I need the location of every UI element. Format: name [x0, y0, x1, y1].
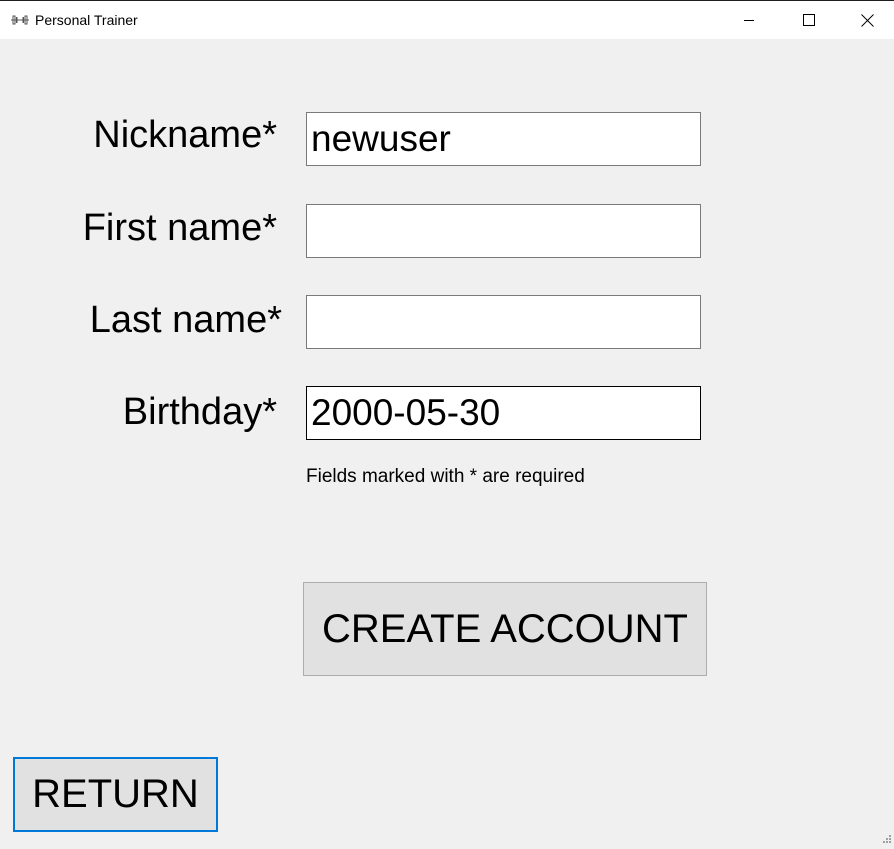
nickname-input[interactable] — [306, 112, 701, 166]
required-fields-hint: Fields marked with * are required — [306, 466, 585, 487]
resize-grip-icon[interactable] — [882, 831, 892, 843]
minimize-button[interactable] — [720, 1, 778, 39]
app-window: Personal Trainer Nickname* First name* L… — [0, 0, 894, 843]
birthday-label: Birthday* — [122, 391, 277, 433]
close-icon — [860, 13, 874, 27]
last-name-label: Last name* — [89, 299, 282, 341]
nickname-label: Nickname* — [93, 114, 277, 156]
dumbbell-icon — [10, 13, 30, 25]
window-title: Personal Trainer — [35, 12, 138, 28]
birthday-input[interactable] — [306, 386, 701, 440]
title-bar[interactable]: Personal Trainer — [0, 1, 894, 39]
first-name-input[interactable] — [306, 204, 701, 258]
close-button[interactable] — [838, 1, 894, 39]
create-account-button[interactable]: CREATE ACCOUNT — [303, 582, 707, 676]
minimize-icon — [743, 14, 755, 26]
first-name-label: First name* — [82, 207, 277, 249]
return-button[interactable]: RETURN — [13, 757, 218, 832]
maximize-button[interactable] — [780, 1, 838, 39]
last-name-input[interactable] — [306, 295, 701, 349]
maximize-icon — [803, 14, 815, 26]
